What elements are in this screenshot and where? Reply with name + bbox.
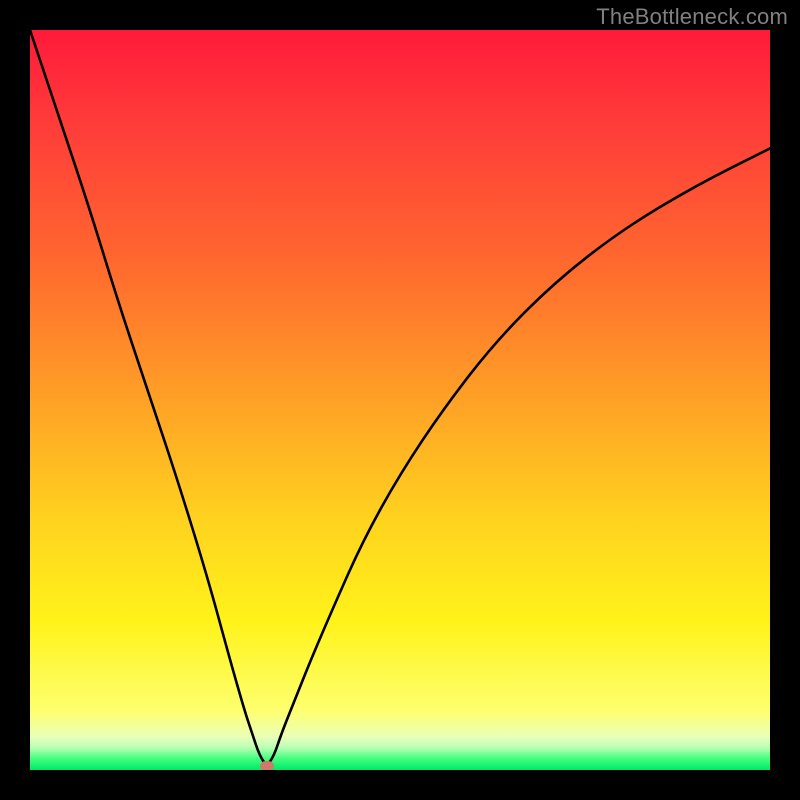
optimal-point-marker xyxy=(260,761,274,770)
plot-area xyxy=(30,30,770,770)
chart-frame: TheBottleneck.com xyxy=(0,0,800,800)
watermark-text: TheBottleneck.com xyxy=(596,4,788,30)
curve-layer xyxy=(30,30,770,770)
bottleneck-curve xyxy=(30,30,770,764)
